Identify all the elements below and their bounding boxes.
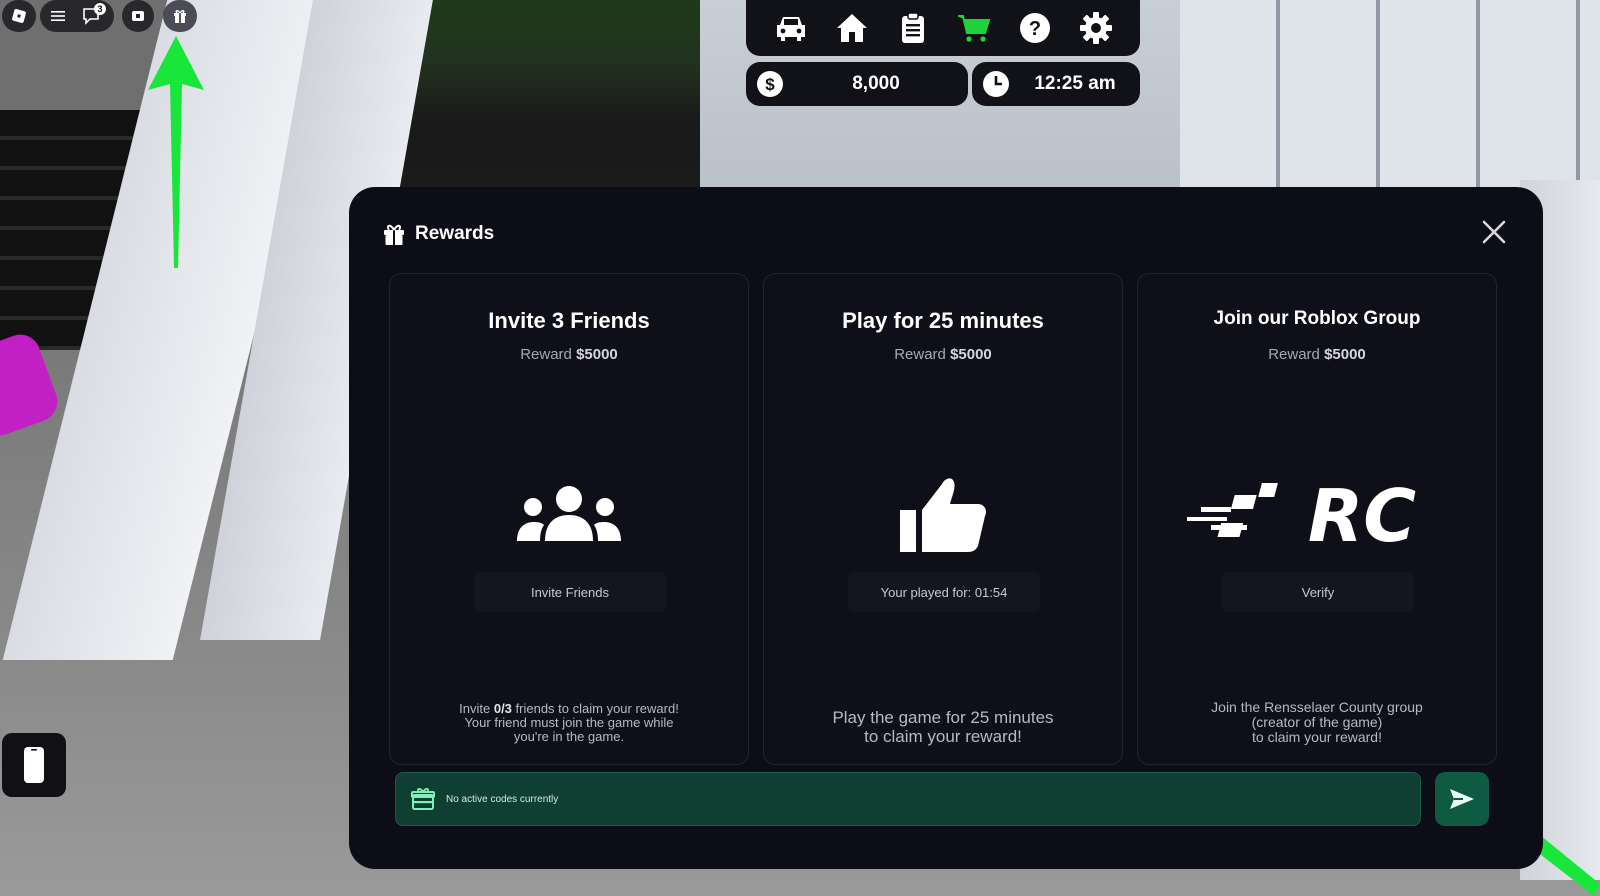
card-art	[764, 464, 1122, 564]
reward-prefix: Reward	[894, 346, 946, 363]
card-title: Join our Roblox Group	[1213, 308, 1421, 329]
gift-icon	[174, 10, 186, 23]
menu-button[interactable]	[50, 8, 66, 24]
reward-card-play-time: Play for 25 minutes Reward $5000 Your pl…	[763, 273, 1123, 765]
annotation-arrow-up	[148, 36, 204, 268]
desc-part: Invite	[459, 701, 494, 716]
dollar-icon: $	[757, 71, 783, 97]
send-icon	[1450, 789, 1474, 809]
settings-button[interactable]	[1076, 8, 1116, 48]
shop-button[interactable]	[954, 8, 994, 48]
help-button[interactable]: ?	[1015, 8, 1055, 48]
card-art	[390, 464, 748, 564]
help-icon: ?	[1019, 13, 1050, 43]
description-line: to claim your reward!	[864, 727, 1022, 746]
card-description: Invite 0/3 friends to claim your reward!…	[410, 702, 728, 744]
rc-group-logo: RC	[1187, 479, 1416, 549]
roblox-logo-icon	[12, 9, 26, 23]
description-line: (creator of the game)	[1251, 714, 1383, 730]
clipboard-button[interactable]	[893, 8, 933, 48]
verify-button[interactable]: Verify	[1222, 572, 1414, 612]
reward-prefix: Reward	[1268, 346, 1320, 363]
play-time-status: Your played for: 01:54	[848, 572, 1040, 612]
svg-text:?: ?	[1028, 18, 1040, 40]
group-users-icon	[517, 486, 621, 541]
clipboard-icon	[901, 12, 924, 43]
gift-button[interactable]	[163, 0, 197, 32]
clock-icon	[983, 71, 1009, 97]
close-icon[interactable]	[1481, 219, 1507, 245]
reward-amount: $5000	[1324, 346, 1366, 363]
card-title: Play for 25 minutes	[842, 308, 1044, 333]
record-icon	[132, 11, 144, 21]
reward-prefix: Reward	[520, 346, 572, 363]
reward-amount: $5000	[950, 346, 992, 363]
gift-code-icon	[411, 788, 435, 810]
description-line: Invite 0/3 friends to claim your reward!	[410, 702, 728, 716]
card-reward: Reward $5000	[1138, 346, 1496, 363]
phone-icon	[24, 747, 44, 783]
card-title: Invite 3 Friends	[488, 308, 650, 333]
clock-time: 12:25 am	[1034, 73, 1116, 94]
desc-part: friends to claim your reward!	[511, 701, 679, 716]
modal-header: Rewards	[383, 219, 494, 249]
roblox-logo-button[interactable]	[2, 0, 36, 32]
chat-badge: 3	[94, 3, 106, 15]
code-input-bar	[395, 772, 1421, 826]
hud-toolbar: ?	[746, 0, 1140, 56]
gear-icon	[1079, 12, 1112, 44]
description-line: Your friend must join the game while	[464, 715, 674, 730]
rewards-modal: Rewards Invite 3 Friends Reward $5000 In…	[349, 187, 1543, 869]
thumbs-up-icon	[900, 478, 987, 552]
home-button[interactable]	[832, 8, 872, 48]
card-description: Join the Rensselaer County group (creato…	[1158, 700, 1476, 745]
card-art: RC	[1138, 464, 1496, 564]
code-input[interactable]	[446, 793, 1346, 805]
shop-cart-icon	[957, 15, 990, 42]
clock-display: 12:25 am	[972, 62, 1140, 106]
home-icon	[836, 14, 867, 42]
reward-card-invite-friends: Invite 3 Friends Reward $5000 Invite Fri…	[389, 273, 749, 765]
card-description: Play the game for 25 minutes to claim yo…	[784, 708, 1102, 746]
car-button[interactable]	[771, 8, 811, 48]
menu-icon	[51, 11, 65, 21]
svg-text:$: $	[765, 75, 775, 94]
description-line: to claim your reward!	[1252, 729, 1382, 745]
submit-code-button[interactable]	[1435, 772, 1489, 826]
gift-icon	[384, 224, 404, 245]
modal-title: Rewards	[415, 223, 495, 244]
description-line: Join the Rensselaer County group	[1211, 699, 1423, 715]
record-button[interactable]	[122, 0, 154, 32]
car-icon	[776, 17, 805, 41]
reward-card-roblox-group: Join our Roblox Group Reward $5000 RC Ve…	[1137, 273, 1497, 765]
phone-button[interactable]	[2, 733, 66, 797]
logo-text: RC	[1308, 479, 1416, 549]
invite-progress: 0/3	[493, 701, 512, 716]
money-amount: 8,000	[852, 73, 900, 94]
card-reward: Reward $5000	[764, 346, 1122, 363]
reward-amount: $5000	[576, 346, 618, 363]
building-windows	[1180, 0, 1600, 200]
description-line: Play the game for 25 minutes	[832, 708, 1054, 727]
menu-chat-group: 3	[40, 0, 114, 32]
money-display: $ 8,000	[746, 62, 968, 106]
description-line: you're in the game.	[513, 729, 625, 744]
card-reward: Reward $5000	[390, 346, 748, 363]
reward-cards: Invite 3 Friends Reward $5000 Invite Fri…	[389, 273, 1497, 765]
invite-friends-button[interactable]: Invite Friends	[474, 572, 666, 612]
